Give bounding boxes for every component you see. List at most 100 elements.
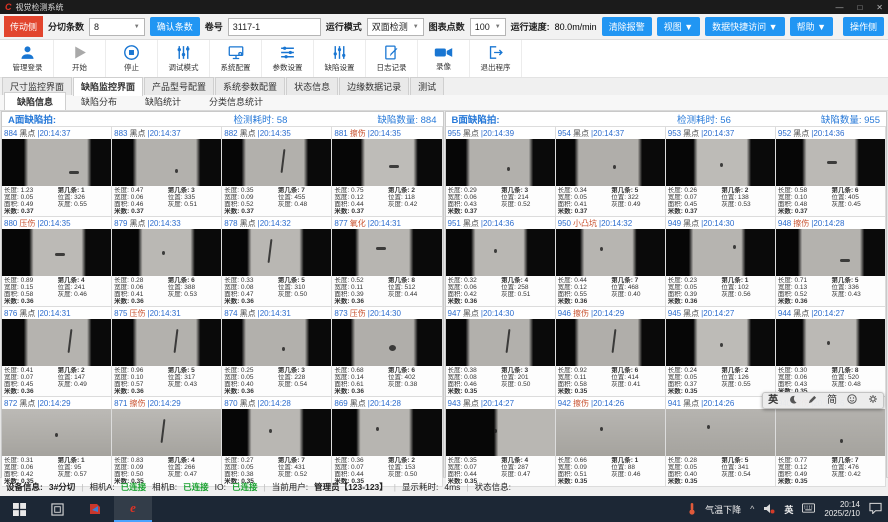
defect-thumbnail[interactable]	[222, 319, 331, 366]
defect-cell[interactable]: 870黑点|20:14:28长度: 0.27宽度: 0.05面积: 0.38米数…	[222, 397, 332, 487]
drive-side-button[interactable]: 传动侧	[4, 16, 43, 37]
defect-cell[interactable]: 873压伤|20:14:30长度: 0.68宽度: 0.14面积: 0.61米数…	[332, 307, 442, 397]
subtab-defect-info[interactable]: 缺陷信息	[4, 92, 66, 110]
defect-thumbnail[interactable]	[2, 409, 111, 456]
defect-cell[interactable]: 883黑点|20:14:37长度: 0.47宽度: 0.06面积: 0.46米数…	[112, 127, 222, 217]
defect-cell[interactable]: 869黑点|20:14:28长度: 0.36宽度: 0.07面积: 0.44米数…	[332, 397, 442, 487]
ime-language-indicator[interactable]: 英	[784, 503, 793, 516]
tool-defect-settings[interactable]: 缺陷设置	[314, 40, 366, 77]
tool-log[interactable]: 日志记录	[366, 40, 418, 77]
defect-cell[interactable]: 946擦伤|20:14:29长度: 0.92宽度: 0.11面积: 0.58米数…	[556, 307, 666, 397]
operate-side-button[interactable]: 操作侧	[843, 17, 884, 36]
defect-thumbnail[interactable]	[112, 409, 221, 456]
defect-thumbnail[interactable]	[112, 139, 221, 186]
defect-cell[interactable]: 874黑点|20:14:31长度: 0.25宽度: 0.05面积: 0.40米数…	[222, 307, 332, 397]
close-button[interactable]: ✕	[876, 3, 883, 12]
tool-params[interactable]: 参数设置	[262, 40, 314, 77]
defect-thumbnail[interactable]	[556, 229, 665, 276]
thermometer-icon[interactable]	[688, 502, 696, 517]
tab-edge-data-record[interactable]: 边缘数据记录	[339, 77, 409, 95]
defect-cell[interactable]: 871擦伤|20:14:29长度: 0.83宽度: 0.09面积: 0.50米数…	[112, 397, 222, 487]
pen-icon[interactable]	[808, 395, 817, 407]
run-mode-select[interactable]: 双面检测 ▼	[367, 18, 424, 36]
defect-cell[interactable]: 881擦伤|20:14:35长度: 0.75宽度: 0.12面积: 0.44米数…	[332, 127, 442, 217]
defect-thumbnail[interactable]	[222, 139, 331, 186]
defect-thumbnail[interactable]	[222, 229, 331, 276]
defect-thumbnail[interactable]	[776, 409, 885, 456]
defect-cell[interactable]: 872黑点|20:14:29长度: 0.31宽度: 0.06面积: 0.42米数…	[2, 397, 112, 487]
taskbar-app-pdf[interactable]	[76, 496, 114, 522]
tool-camera[interactable]: 录像	[418, 40, 470, 77]
defect-thumbnail[interactable]	[446, 139, 555, 186]
tray-chevron-icon[interactable]: ^	[750, 504, 754, 514]
ime-lang-toggle[interactable]: 英	[768, 396, 778, 406]
defect-cell[interactable]: 875压伤|20:14:31长度: 0.96宽度: 0.10面积: 0.57米数…	[112, 307, 222, 397]
weather-news-text[interactable]: 气温下降	[705, 503, 741, 516]
defect-thumbnail[interactable]	[446, 229, 555, 276]
tab-test[interactable]: 测试	[410, 77, 444, 95]
defect-thumbnail[interactable]	[446, 319, 555, 366]
defect-cell[interactable]: 944黑点|20:14:27长度: 0.30宽度: 0.06面积: 0.43米数…	[776, 307, 886, 397]
notification-center-icon[interactable]	[869, 502, 882, 516]
tool-debug[interactable]: 调试模式	[158, 40, 210, 77]
defect-thumbnail[interactable]	[666, 139, 775, 186]
defect-cell[interactable]: 953黑点|20:14:37长度: 0.26宽度: 0.07面积: 0.45米数…	[666, 127, 776, 217]
taskbar-app-inspection-active[interactable]: e	[114, 496, 152, 522]
defect-cell[interactable]: 941黑点|20:14:26长度: 0.28宽度: 0.05面积: 0.40米数…	[666, 397, 776, 487]
help-menu-button[interactable]: 帮助 ▼	[790, 17, 833, 36]
defect-thumbnail[interactable]	[222, 409, 331, 456]
defect-thumbnail[interactable]	[332, 229, 441, 276]
task-view-button[interactable]	[38, 496, 76, 522]
defect-thumbnail[interactable]	[2, 139, 111, 186]
defect-cell[interactable]: 952黑点|20:14:36长度: 0.58宽度: 0.10面积: 0.48米数…	[776, 127, 886, 217]
subtab-class-info-statistics[interactable]: 分类信息统计	[196, 92, 276, 110]
defect-cell[interactable]: 955黑点|20:14:39长度: 0.29宽度: 0.06面积: 0.43米数…	[446, 127, 556, 217]
tab-defect-monitor[interactable]: 缺陷监控界面	[73, 77, 143, 96]
defect-cell[interactable]: 951黑点|20:14:36长度: 0.32宽度: 0.06面积: 0.42米数…	[446, 217, 556, 307]
defect-thumbnail[interactable]	[776, 139, 885, 186]
defect-thumbnail[interactable]	[332, 409, 441, 456]
tool-exit[interactable]: 退出程序	[470, 40, 522, 77]
defect-cell[interactable]: 876黑点|20:14:31长度: 0.41宽度: 0.07面积: 0.45米数…	[2, 307, 112, 397]
defect-cell[interactable]: 954黑点|20:14:37长度: 0.34宽度: 0.05面积: 0.41米数…	[556, 127, 666, 217]
tool-stop[interactable]: 停止	[106, 40, 158, 77]
keyboard-icon[interactable]	[802, 503, 815, 515]
volume-icon[interactable]	[763, 503, 775, 516]
defect-cell[interactable]: 878黑点|20:14:32长度: 0.33宽度: 0.08面积: 0.47米数…	[222, 217, 332, 307]
chart-points-select[interactable]: 100 ▼	[470, 18, 506, 36]
tool-system-config[interactable]: 系统配置	[210, 40, 262, 77]
defect-thumbnail[interactable]	[112, 319, 221, 366]
ime-simplified-toggle[interactable]: 简	[827, 396, 837, 406]
minimize-button[interactable]: —	[835, 3, 843, 12]
defect-thumbnail[interactable]	[666, 409, 775, 456]
defect-cell[interactable]: 882黑点|20:14:35长度: 0.35宽度: 0.09面积: 0.52米数…	[222, 127, 332, 217]
clear-alarm-button[interactable]: 清除报警	[602, 17, 652, 36]
gear-icon[interactable]	[868, 394, 878, 407]
defect-cell[interactable]: 948擦伤|20:14:28长度: 0.71宽度: 0.13面积: 0.52米数…	[776, 217, 886, 307]
tab-status-info[interactable]: 状态信息	[286, 77, 338, 95]
confirm-strips-button[interactable]: 确认条数	[150, 17, 200, 36]
defect-thumbnail[interactable]	[556, 139, 665, 186]
defect-thumbnail[interactable]	[666, 319, 775, 366]
strip-count-select[interactable]: 8 ▼	[89, 18, 145, 36]
defect-thumbnail[interactable]	[556, 409, 665, 456]
emoji-icon[interactable]	[847, 394, 857, 407]
defect-cell[interactable]: 942擦伤|20:14:26长度: 0.66宽度: 0.09面积: 0.51米数…	[556, 397, 666, 487]
defect-thumbnail[interactable]	[332, 139, 441, 186]
defect-cell[interactable]: 943黑点|20:14:27长度: 0.35宽度: 0.07面积: 0.44米数…	[446, 397, 556, 487]
taskbar-clock[interactable]: 20:14 2025/2/10	[824, 500, 860, 518]
defect-cell[interactable]: 950小凸坑|20:14:32长度: 0.44宽度: 0.12面积: 0.55米…	[556, 217, 666, 307]
defect-cell[interactable]: 947黑点|20:14:30长度: 0.38宽度: 0.08面积: 0.46米数…	[446, 307, 556, 397]
data-quick-access-button[interactable]: 数据快捷访问 ▼	[705, 17, 784, 36]
defect-thumbnail[interactable]	[2, 319, 111, 366]
defect-cell[interactable]: 949黑点|20:14:30长度: 0.23宽度: 0.05面积: 0.39米数…	[666, 217, 776, 307]
start-button[interactable]	[0, 496, 38, 522]
defect-thumbnail[interactable]	[112, 229, 221, 276]
roll-number-input[interactable]: 3117-1	[228, 18, 321, 36]
defect-thumbnail[interactable]	[2, 229, 111, 276]
defect-cell[interactable]: 945黑点|20:14:27长度: 0.24宽度: 0.05面积: 0.37米数…	[666, 307, 776, 397]
defect-cell[interactable]: 884黑点|20:14:37长度: 1.23宽度: 0.05面积: 0.49米数…	[2, 127, 112, 217]
view-menu-button[interactable]: 视图 ▼	[657, 17, 700, 36]
defect-thumbnail[interactable]	[556, 319, 665, 366]
defect-cell[interactable]: 879黑点|20:14:33长度: 0.28宽度: 0.06面积: 0.41米数…	[112, 217, 222, 307]
